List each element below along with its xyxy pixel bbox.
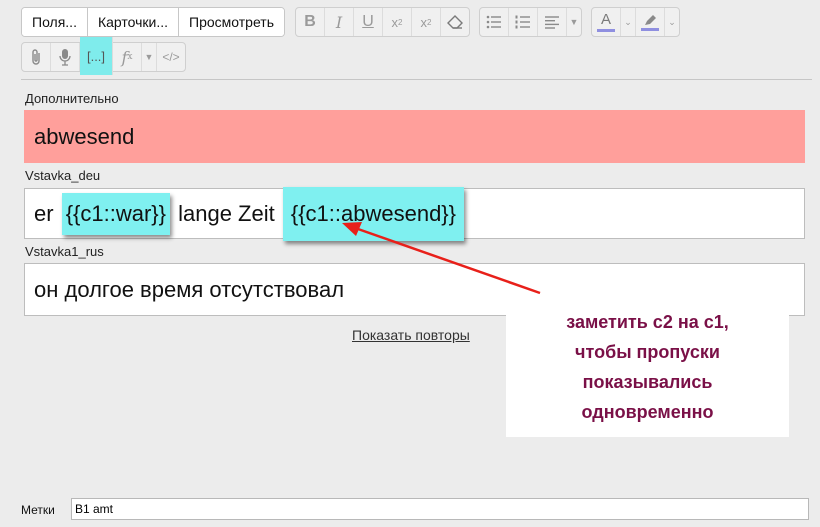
cloze-highlight-1: {{c1::war}} — [61, 192, 170, 235]
color-buttons: A ⌄ ⌄ — [591, 7, 680, 37]
eraser-icon[interactable] — [441, 8, 469, 36]
underline-icon[interactable]: U — [354, 8, 383, 36]
field-vstavka-deu[interactable]: er {{c1::war}} lange Zeit {{c1::abwesend… — [24, 186, 805, 241]
format-buttons: B I U x2 x2 — [295, 7, 470, 37]
card-buttons: Поля... Карточки... Просмотреть — [21, 7, 285, 37]
subscript-icon[interactable]: x2 — [412, 8, 441, 36]
align-icon[interactable] — [538, 8, 567, 36]
field-label-vstavka1-rus: Vstavka1_rus — [25, 244, 104, 259]
list-buttons: ▼ — [479, 7, 582, 37]
italic-icon[interactable]: I — [325, 8, 354, 36]
cards-button[interactable]: Карточки... — [87, 8, 180, 36]
numbered-list-icon[interactable] — [509, 8, 538, 36]
superscript-icon[interactable]: x2 — [383, 8, 412, 36]
field-vstavka1-rus-value: он долгое время отсутствовал — [34, 276, 345, 302]
insert-buttons: [...] fx ▼ </> — [21, 37, 186, 75]
microphone-icon[interactable] — [51, 43, 80, 71]
cloze-icon[interactable]: [...] — [80, 37, 113, 75]
text-color-icon[interactable]: A — [592, 8, 621, 36]
annotation-line-1: заметить с2 на с1, — [566, 312, 729, 332]
text-color-dropdown-icon[interactable]: ⌄ — [621, 8, 636, 36]
field-label-vstavka-deu: Vstavka_deu — [25, 168, 101, 183]
annotation-callout: заметить с2 на с1, чтобы пропуски показы… — [506, 297, 789, 437]
toolbar-divider — [21, 79, 812, 80]
annotation-line-3: показывались — [582, 372, 713, 392]
bold-icon[interactable]: B — [296, 8, 325, 36]
editor-toolbar-row-1: Поля... Карточки... Просмотреть B I U x2… — [21, 7, 680, 37]
text-before: er — [34, 200, 60, 226]
align-dropdown-icon[interactable]: ▼ — [567, 8, 581, 36]
field-additional-value: abwesend — [34, 123, 135, 149]
cloze-highlight-2: {{c1::abwesend}} — [282, 186, 464, 241]
fields-button[interactable]: Поля... — [22, 8, 88, 36]
field-additional[interactable]: abwesend — [24, 110, 805, 163]
text-middle: lange Zeit — [172, 200, 281, 226]
tags-input[interactable] — [71, 498, 809, 520]
paperclip-icon[interactable] — [22, 43, 51, 71]
annotation-line-2: чтобы пропуски — [575, 342, 720, 362]
highlight-color-icon[interactable] — [636, 8, 665, 36]
field-label-additional: Дополнительно — [25, 91, 119, 106]
html-editor-icon[interactable]: </> — [157, 43, 185, 71]
annotation-line-4: одновременно — [581, 402, 714, 422]
editor-toolbar-row-2: [...] fx ▼ </> — [21, 37, 186, 75]
highlight-dropdown-icon[interactable]: ⌄ — [665, 8, 679, 36]
bullet-list-icon[interactable] — [480, 8, 509, 36]
preview-button[interactable]: Просмотреть — [179, 8, 284, 36]
show-repeats-link[interactable]: Показать повторы — [352, 327, 470, 343]
formula-dropdown-icon[interactable]: ▼ — [142, 43, 157, 71]
tags-label: Метки — [21, 503, 55, 517]
formula-icon[interactable]: fx — [113, 43, 142, 71]
